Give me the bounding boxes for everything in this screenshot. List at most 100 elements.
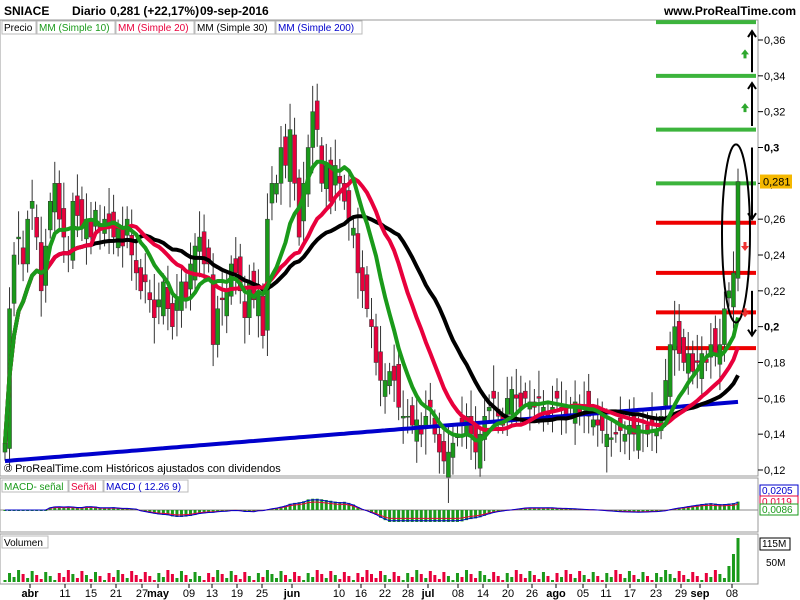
volume-bar <box>170 574 174 582</box>
candle-body <box>47 201 53 231</box>
candle-body <box>120 227 125 247</box>
volume-bar <box>279 571 283 582</box>
header-period: Diario <box>72 4 106 18</box>
x-tick-label: sep <box>691 588 710 600</box>
volume-bar <box>465 570 469 582</box>
macd-histogram-bar <box>451 510 455 522</box>
volume-bar <box>107 573 111 582</box>
candle-body <box>735 181 741 279</box>
volume-bar <box>573 578 577 582</box>
candle-body <box>324 165 329 189</box>
volume-bar <box>519 574 523 582</box>
candle-body <box>346 190 352 220</box>
candle-body <box>242 301 248 318</box>
volume-bar <box>474 578 478 582</box>
volume-bar <box>406 573 410 582</box>
candle-body <box>373 326 379 363</box>
volume-bar <box>329 571 333 582</box>
volume-bar <box>139 579 143 582</box>
candle-body <box>152 299 157 318</box>
volume-bar <box>641 572 645 582</box>
x-tick-label: 10 <box>333 588 345 600</box>
candle-body <box>695 360 700 363</box>
volume-bar <box>704 573 708 582</box>
volume-bar <box>659 577 663 582</box>
volume-bar <box>265 570 269 582</box>
x-tick-label: ago <box>546 588 566 600</box>
volume-bar <box>360 577 364 582</box>
volume-bar <box>189 579 193 582</box>
volume-bar <box>35 575 39 582</box>
candle-body <box>554 390 560 399</box>
macd-histogram-bar <box>410 510 414 522</box>
volume-bar <box>356 573 360 582</box>
candle-body <box>523 390 528 399</box>
candle-body <box>170 303 175 327</box>
volume-bar <box>148 576 152 582</box>
volume-bar <box>433 575 437 582</box>
volume-bar <box>202 580 206 582</box>
x-tick-label: 21 <box>110 588 122 600</box>
volume-bar <box>523 578 527 582</box>
macd-histogram-bar <box>415 510 419 522</box>
candle-body <box>613 432 619 435</box>
x-tick-label: 29 <box>675 588 687 600</box>
volume-bar <box>30 571 34 582</box>
volume-bar <box>84 575 88 582</box>
y-tick-label: 0,24 <box>764 250 785 262</box>
candle-body <box>20 247 26 265</box>
volume-bar <box>157 573 161 582</box>
volume-bar <box>293 572 297 582</box>
volume-bar <box>673 578 677 582</box>
volume-bar <box>234 575 238 582</box>
candle-body <box>491 390 496 399</box>
volume-bar <box>161 577 165 582</box>
y-tick-label: 0,36 <box>764 35 785 47</box>
volume-bar <box>256 573 260 582</box>
volume-bar <box>442 572 446 582</box>
x-tick-label: 11 <box>600 588 611 600</box>
x-tick-label: 13 <box>206 588 218 600</box>
volume-bar <box>713 570 717 582</box>
macd-legend-label: MACD- señal <box>4 482 63 493</box>
legend-label: MM (Simple 20) <box>118 23 189 34</box>
header-symbol: SNIACE <box>4 4 49 18</box>
volume-bar <box>125 578 129 582</box>
candle-body <box>337 175 343 184</box>
candle-body <box>115 227 121 249</box>
volume-bar <box>365 570 369 582</box>
volume-bar <box>419 574 423 582</box>
volume-bar <box>8 573 12 582</box>
price-legend: Precio MM (Simple 10) MM (Simple 20) MM (Si… <box>1 20 363 35</box>
candle-body <box>188 263 193 290</box>
y-tick-label: 0,26 <box>764 214 785 226</box>
candle-body <box>504 398 510 415</box>
volume-bar <box>71 574 75 582</box>
candle-body <box>355 233 361 274</box>
volume-bar <box>388 579 392 582</box>
y-tick-label: 0,3 <box>764 143 779 155</box>
volume-bar <box>609 577 613 582</box>
x-tick-label: may <box>147 588 170 600</box>
volume-bar <box>166 570 170 582</box>
x-tick-label: 25 <box>256 588 268 600</box>
macd-histogram-bar <box>419 510 423 522</box>
volume-bar <box>591 572 595 582</box>
candle-body <box>215 308 220 345</box>
volume-bar <box>193 572 197 582</box>
volume-bar <box>392 572 396 582</box>
candle-body <box>667 344 673 397</box>
volume-bar <box>569 574 573 582</box>
macd-histogram-bar <box>442 510 446 522</box>
volume-title: Volumen <box>4 538 43 549</box>
candle-body <box>75 195 80 216</box>
candle-body <box>16 236 21 240</box>
y-tick-label: 0,34 <box>764 71 785 83</box>
volume-bar <box>320 574 324 582</box>
volume-bar <box>478 571 482 582</box>
macd-value-label: 0,0205 <box>762 486 793 497</box>
candle-body <box>38 242 44 292</box>
candle-body <box>382 380 388 397</box>
volume-bar <box>736 538 740 582</box>
y-tick-label: 0,14 <box>764 429 785 441</box>
